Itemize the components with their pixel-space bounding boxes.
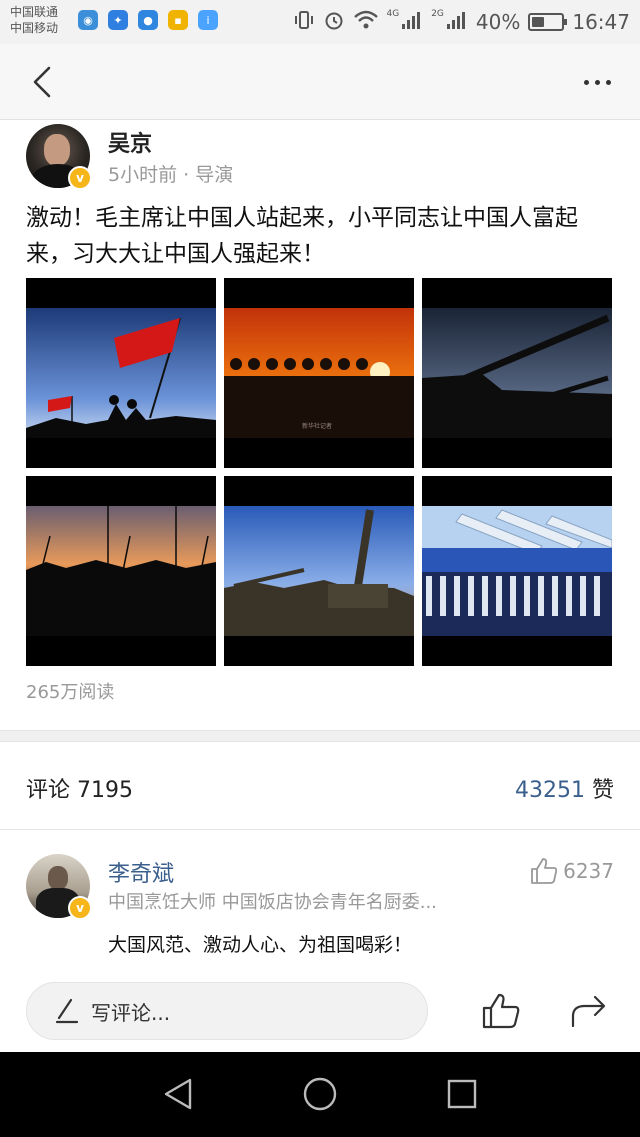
verified-badge-icon: v bbox=[68, 166, 92, 190]
bottom-action-bar: 写评论... bbox=[0, 970, 640, 1052]
status-indicators: 4G 2G 40% 16:47 bbox=[293, 0, 630, 44]
message-notification-icon: ● bbox=[138, 10, 158, 30]
clock: 16:47 bbox=[572, 10, 630, 34]
battery-percent: 40% bbox=[475, 10, 521, 34]
likes-tab[interactable]: 43251 赞 bbox=[515, 772, 614, 804]
photo-3-image bbox=[422, 308, 612, 438]
alarm-icon bbox=[323, 9, 345, 36]
network-type-1: 4G bbox=[386, 9, 400, 19]
share-arrow-icon bbox=[571, 995, 606, 1028]
signal-icon-2 bbox=[446, 10, 468, 35]
photo-2-image: 新华社记者 bbox=[224, 308, 414, 438]
likes-suffix: 赞 bbox=[585, 778, 614, 803]
system-recents-button[interactable] bbox=[440, 1072, 484, 1116]
circle-home-icon bbox=[303, 1077, 337, 1111]
photo-5-image bbox=[224, 506, 414, 636]
notification-icons: ◉ ✦ ● ▪ i bbox=[78, 10, 218, 30]
triangle-back-icon bbox=[164, 1078, 192, 1110]
system-navigation-bar bbox=[0, 1052, 640, 1137]
app-notification-icon: ✦ bbox=[108, 10, 128, 30]
write-comment-input[interactable]: 写评论... bbox=[26, 982, 428, 1040]
photo-grid: 新华社记者 bbox=[26, 278, 612, 666]
photo-3-tanks[interactable] bbox=[422, 278, 612, 468]
photo-1-flags[interactable] bbox=[26, 278, 216, 468]
photo-2-sunset-soldiers[interactable]: 新华社记者 bbox=[224, 278, 414, 468]
status-bar: 中国联通 中国移动 ◉ ✦ ● ▪ i 4G 2G 40% 16:47 bbox=[0, 0, 640, 44]
battery-fill bbox=[532, 17, 544, 27]
file-notification-icon: ▪ bbox=[168, 10, 188, 30]
battery-icon bbox=[528, 13, 568, 31]
pencil-icon bbox=[55, 998, 79, 1024]
write-comment-placeholder: 写评论... bbox=[91, 1000, 171, 1025]
share-button[interactable] bbox=[566, 988, 612, 1034]
thumbs-up-icon bbox=[531, 858, 558, 884]
comment-like-count: 6237 bbox=[563, 859, 614, 883]
commenter-name[interactable]: 李奇斌 bbox=[108, 856, 174, 888]
system-home-button[interactable] bbox=[298, 1072, 342, 1116]
commenter-title: 中国烹饪大师 中国饭店协会青年名厨委... bbox=[108, 892, 437, 913]
photo-5-artillery[interactable] bbox=[224, 476, 414, 666]
photo-4-image bbox=[26, 506, 216, 636]
carrier-labels: 中国联通 中国移动 bbox=[10, 4, 58, 36]
wifi-icon bbox=[353, 9, 379, 36]
browser-notification-icon: ◉ bbox=[78, 10, 98, 30]
comments-tab[interactable]: 评论 7195 bbox=[26, 772, 133, 804]
carrier-1: 中国联通 bbox=[10, 5, 59, 19]
section-divider bbox=[0, 730, 640, 742]
read-count: 265万阅读 bbox=[26, 682, 115, 703]
network-type-2: 2G bbox=[431, 9, 444, 19]
post-stats-bar: 评论 7195 43251 赞 bbox=[0, 742, 640, 830]
photo-1-image bbox=[26, 308, 216, 438]
vibrate-icon bbox=[293, 9, 315, 36]
info-notification-icon: i bbox=[198, 10, 218, 30]
photo-watermark: 新华社记者 bbox=[302, 422, 332, 430]
post-meta: 5小时前 · 导演 bbox=[108, 164, 234, 186]
like-post-button[interactable] bbox=[478, 988, 524, 1034]
comment-text: 大国风范、激动人心、为祖国喝彩！ bbox=[108, 934, 413, 956]
system-back-button[interactable] bbox=[156, 1072, 200, 1116]
comment-item: v 李奇斌 6237 中国烹饪大师 中国饭店协会青年名厨委... 大国风范、激动… bbox=[0, 830, 640, 970]
more-options-button[interactable] bbox=[574, 62, 620, 102]
carrier-2: 中国移动 bbox=[10, 21, 59, 35]
likes-number: 43251 bbox=[515, 778, 585, 803]
signal-icon-1 bbox=[401, 10, 423, 35]
comment-like-button[interactable]: 6237 bbox=[529, 856, 614, 886]
chevron-left-icon bbox=[33, 66, 51, 98]
thumbs-up-icon bbox=[482, 993, 520, 1029]
photo-6-missiles-troops[interactable] bbox=[422, 476, 612, 666]
author-name[interactable]: 吴京 bbox=[108, 126, 152, 158]
square-recents-icon bbox=[447, 1079, 477, 1109]
back-button[interactable] bbox=[22, 62, 62, 102]
commenter-verified-badge-icon: v bbox=[68, 896, 92, 920]
post-text: 激动！毛主席让中国人站起来，小平同志让中国人富起来，习大大让中国人强起来！ bbox=[26, 205, 578, 267]
top-nav-bar bbox=[0, 44, 640, 120]
photo-6-image bbox=[422, 506, 612, 636]
more-dots-icon bbox=[583, 79, 589, 85]
photo-4-dusk-column[interactable] bbox=[26, 476, 216, 666]
